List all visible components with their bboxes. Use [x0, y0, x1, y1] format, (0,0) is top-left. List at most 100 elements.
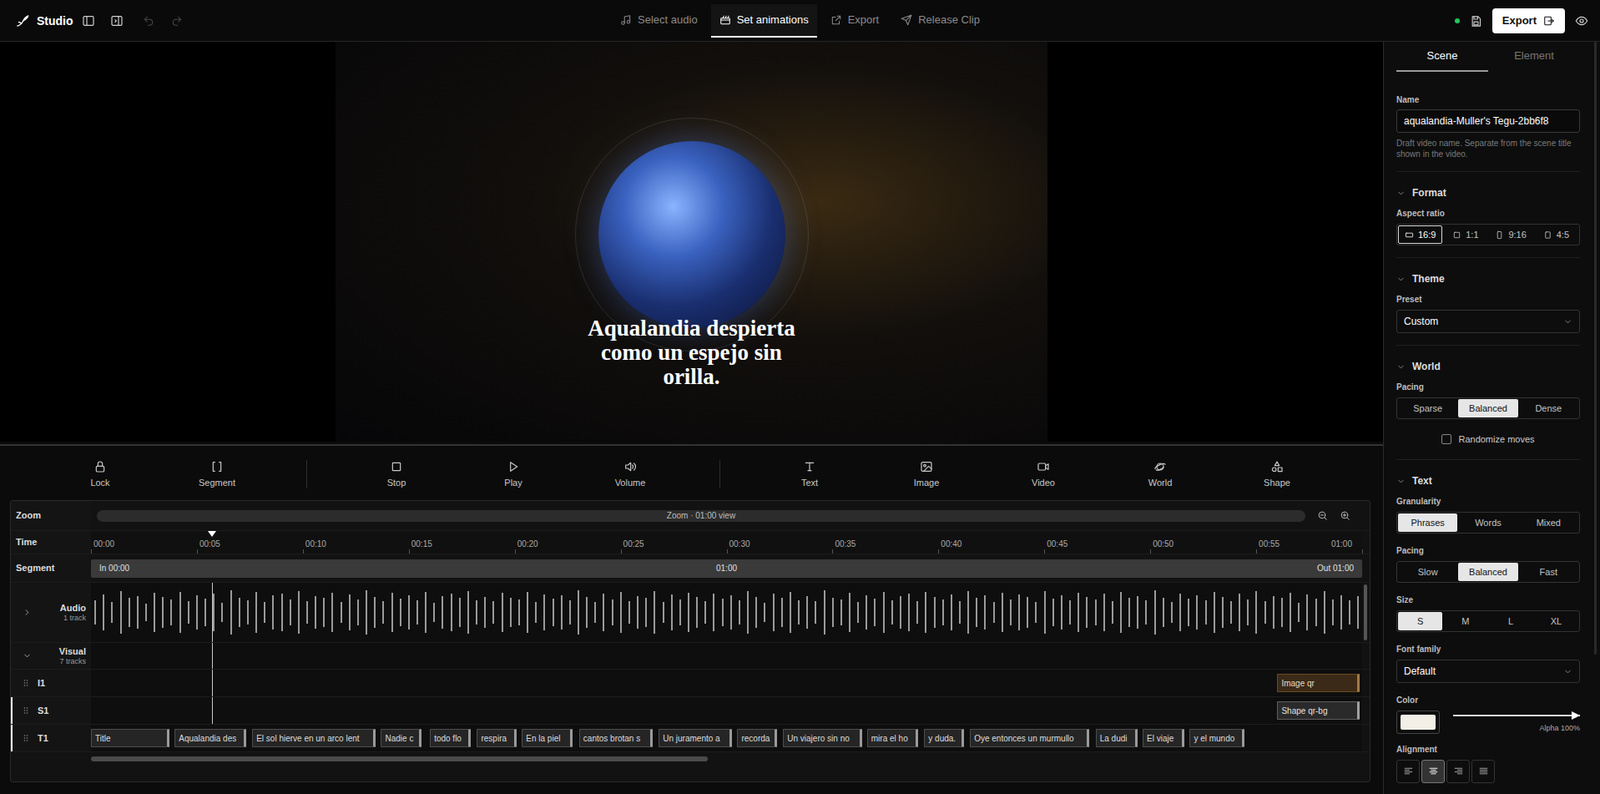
preview-caption[interactable]: Aqualandia despierta como un espejo sin … — [575, 316, 809, 389]
option-button[interactable]: S — [1398, 611, 1443, 631]
timeline-clip[interactable]: Aqualandia des — [174, 728, 247, 748]
step-tab[interactable]: Select audio — [611, 4, 707, 38]
playhead-line[interactable] — [211, 696, 213, 724]
dropdown[interactable]: Custom — [1396, 309, 1580, 334]
panel-tab[interactable]: Scene — [1396, 41, 1489, 72]
option-button[interactable]: Mixed — [1519, 513, 1579, 532]
playhead-line[interactable] — [211, 582, 213, 642]
vertical-scroll-thumb[interactable] — [1363, 584, 1368, 641]
checkbox[interactable] — [1441, 434, 1452, 445]
timeline-clip[interactable]: Un juramento a — [658, 728, 732, 748]
timeline-clip[interactable]: y duda. — [923, 728, 964, 748]
waveform-bar — [620, 591, 622, 632]
option-button[interactable]: Sparse — [1398, 398, 1458, 418]
option-button[interactable]: Phrases — [1398, 513, 1458, 532]
timeline-clip[interactable]: cantos brotan s — [579, 728, 653, 748]
drag-handle-icon[interactable] — [20, 705, 31, 716]
tool-button[interactable]: Segment — [168, 459, 266, 489]
panel-tab[interactable]: Element — [1488, 41, 1580, 72]
tool-button[interactable]: Play — [464, 459, 562, 489]
section-header[interactable]: Text — [1396, 473, 1580, 489]
alpha-thumb[interactable] — [1571, 711, 1580, 720]
option-button[interactable]: L — [1488, 611, 1534, 631]
horizontal-scroll-thumb[interactable] — [90, 756, 708, 762]
timeline-clip[interactable]: Title — [90, 728, 170, 748]
option-button[interactable]: XL — [1534, 611, 1579, 631]
timeline-clip[interactable]: En la piel — [521, 728, 573, 748]
section-header[interactable]: Theme — [1396, 271, 1580, 287]
step-tab[interactable]: Set animations — [711, 4, 818, 38]
expand-chevron-icon[interactable] — [22, 607, 32, 617]
undo-icon[interactable] — [142, 15, 155, 27]
timeline-clip[interactable]: Oye entonces un murmullo — [969, 728, 1090, 748]
alignment-button[interactable] — [1446, 759, 1470, 783]
segment-bar[interactable]: In 00:0001:00Out 01:00 — [90, 559, 1363, 578]
timeline-clip[interactable]: respira — [476, 728, 517, 748]
section-header[interactable]: World — [1396, 358, 1580, 374]
timeline-clip[interactable]: mira el ho — [867, 728, 919, 748]
tool-button[interactable]: Stop — [348, 459, 445, 489]
color-swatch[interactable] — [1396, 710, 1440, 734]
alignment-button[interactable] — [1421, 759, 1445, 783]
tool-button[interactable]: Video — [994, 459, 1092, 489]
waveform-slot — [590, 582, 600, 642]
option-button[interactable]: Balanced — [1458, 562, 1518, 581]
right-panel-toggle-icon[interactable] — [110, 14, 124, 28]
timeline-clip[interactable]: El sol hierve en un arco lent — [252, 728, 376, 748]
alignment-button[interactable] — [1471, 759, 1495, 783]
tool-button[interactable]: Volume — [581, 459, 679, 489]
playhead-line[interactable] — [211, 642, 213, 669]
alpha-track[interactable] — [1453, 710, 1580, 721]
option-button[interactable]: Words — [1458, 513, 1518, 532]
randomize-checkbox-row[interactable]: Randomize moves — [1396, 430, 1580, 448]
option-button[interactable]: Slow — [1398, 562, 1458, 581]
alpha-slider[interactable]: Alpha 100% — [1453, 710, 1580, 735]
tool-button[interactable]: World — [1111, 459, 1209, 489]
left-panel-toggle-icon[interactable] — [81, 14, 96, 28]
zoom-slider[interactable]: Zoom · 01:00 view — [96, 509, 1306, 522]
step-tab[interactable]: Export — [822, 4, 889, 38]
option-button[interactable]: Balanced — [1458, 398, 1518, 418]
save-icon[interactable] — [1469, 15, 1483, 28]
option-button[interactable]: 9:16 — [1488, 225, 1534, 244]
timeline-clip[interactable]: Shape qr-bg — [1276, 701, 1360, 720]
timeline-clip[interactable]: recorda — [736, 728, 778, 748]
waveform-slot — [837, 582, 846, 642]
drag-handle-icon[interactable] — [20, 677, 31, 688]
zoom-row: ZoomZoom · 01:00 view — [10, 500, 1370, 531]
option-button[interactable]: 16:9 — [1398, 225, 1443, 244]
zoom-out-icon[interactable] — [1317, 509, 1328, 521]
timeline-clip[interactable]: Nadie c — [380, 728, 422, 748]
timeline-clip[interactable]: El viaje — [1142, 728, 1185, 748]
section-header[interactable]: Format — [1396, 185, 1580, 201]
tool-button[interactable]: Text — [761, 459, 859, 489]
option-button[interactable]: Dense — [1519, 398, 1579, 418]
option-button[interactable]: Fast — [1519, 562, 1579, 581]
timeline-clip[interactable]: Image qr — [1276, 673, 1360, 692]
tool-button[interactable]: Lock — [51, 459, 149, 489]
playhead-handle[interactable] — [207, 530, 217, 537]
option-button[interactable]: 4:5 — [1534, 225, 1579, 244]
timeline-clip[interactable]: La dudi — [1095, 728, 1138, 748]
timeline-clip[interactable]: Un viajero sin no — [782, 728, 862, 748]
horizontal-scroll-track[interactable] — [90, 752, 1363, 766]
expand-chevron-icon[interactable] — [22, 651, 32, 661]
redo-icon[interactable] — [171, 15, 183, 27]
preview-eye-icon[interactable] — [1574, 14, 1589, 28]
name-input[interactable]: aqualandia-Muller's Tegu-2bb6f8 — [1396, 109, 1580, 133]
alignment-button[interactable] — [1396, 759, 1420, 783]
option-button[interactable]: M — [1443, 611, 1488, 631]
timeline-clip[interactable]: todo flo — [429, 728, 471, 748]
playhead-line[interactable] — [211, 669, 213, 697]
timeline-clip[interactable]: y el mundo — [1189, 728, 1245, 748]
zoom-in-icon[interactable] — [1339, 509, 1351, 521]
export-button[interactable]: Export — [1492, 8, 1565, 34]
preview-divider[interactable] — [0, 441, 1383, 449]
drag-handle-icon[interactable] — [20, 732, 31, 743]
tool-button[interactable]: Image — [878, 459, 975, 489]
panel-scroll-track[interactable] — [1594, 41, 1597, 655]
tool-button[interactable]: Shape — [1228, 459, 1326, 489]
dropdown[interactable]: Default — [1396, 659, 1580, 683]
option-button[interactable]: 1:1 — [1443, 225, 1488, 244]
step-tab[interactable]: Release Clip — [892, 4, 989, 38]
